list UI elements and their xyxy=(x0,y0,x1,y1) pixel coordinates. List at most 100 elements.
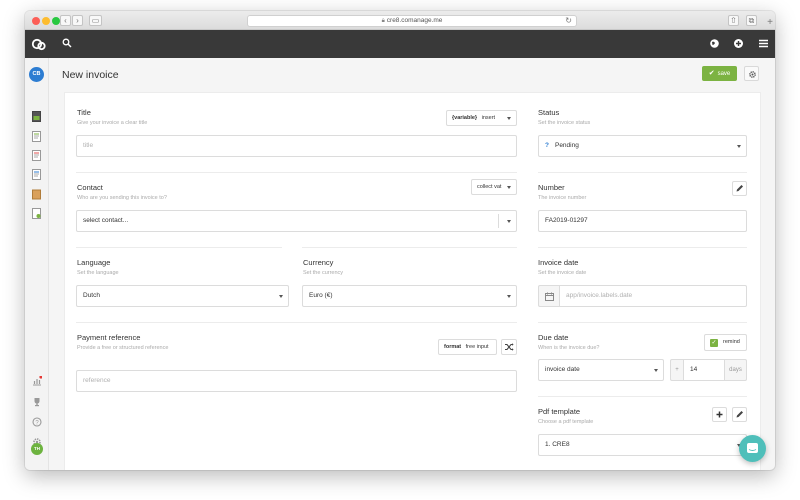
plus-icon xyxy=(716,411,723,418)
address-bar[interactable]: 🔒︎ cre8.comanage.me ↻ xyxy=(247,15,577,27)
insert-variable-dropdown[interactable]: {variable} insert xyxy=(446,110,517,126)
trophy-icon[interactable] xyxy=(32,397,42,407)
zoom-window-button[interactable] xyxy=(52,17,60,25)
app-logo-icon[interactable] xyxy=(31,36,47,52)
reference-format-toggle[interactable]: format free input xyxy=(438,339,497,355)
new-tab-icon[interactable]: + xyxy=(765,17,775,29)
checkbox-icon: ✓ xyxy=(710,339,718,347)
reference-input[interactable]: reference xyxy=(76,370,517,392)
title-label: Title xyxy=(77,108,91,117)
settings-button[interactable] xyxy=(744,66,759,81)
chevron-down-icon xyxy=(279,295,283,298)
back-icon[interactable]: ‹ xyxy=(60,15,71,26)
free-input-label: free input xyxy=(465,344,489,350)
app-topbar xyxy=(25,30,775,58)
divider xyxy=(76,172,517,173)
invoice-form-card: Title Give your invoice a clear title {v… xyxy=(64,92,761,470)
insert-label: insert xyxy=(481,115,496,121)
divider xyxy=(538,172,747,173)
contact-select[interactable]: select contact... xyxy=(76,210,517,232)
sidebar-toggle-icon[interactable]: ▭ xyxy=(89,15,102,26)
divider xyxy=(76,322,517,323)
page-title: New invoice xyxy=(62,69,119,81)
forward-icon[interactable]: › xyxy=(72,15,83,26)
chevron-down-icon xyxy=(507,117,511,120)
chevron-down-icon xyxy=(507,295,511,298)
save-button[interactable]: ✔ save xyxy=(702,66,737,81)
pdf-template-label: Pdf template xyxy=(538,407,581,416)
credit-note-doc-icon[interactable] xyxy=(32,169,41,180)
globe-icon[interactable] xyxy=(709,38,720,49)
reload-icon[interactable]: ↻ xyxy=(565,16,572,26)
edit-number-button[interactable] xyxy=(732,181,747,196)
divider xyxy=(498,214,499,228)
chevron-down-icon xyxy=(507,220,511,223)
contact-placeholder: select contact... xyxy=(83,217,129,224)
divider xyxy=(538,247,747,248)
tabs-icon[interactable]: ⧉ xyxy=(746,15,757,26)
add-circle-icon[interactable] xyxy=(733,38,744,49)
close-window-button[interactable] xyxy=(32,17,40,25)
edit-template-button[interactable] xyxy=(732,407,747,422)
due-date-base-value: invoice date xyxy=(545,366,580,373)
variable-label: {variable} xyxy=(452,115,478,121)
days-input[interactable]: 14 xyxy=(683,359,725,381)
collect-vat-dropdown[interactable]: collect vat xyxy=(471,179,517,195)
number-label: Number xyxy=(538,183,565,192)
chat-support-button[interactable] xyxy=(739,435,766,462)
plus-addon: + xyxy=(670,359,684,381)
pencil-icon xyxy=(736,411,743,418)
chevron-down-icon xyxy=(654,369,658,372)
number-hint: The invoice number xyxy=(538,195,587,201)
package-icon[interactable] xyxy=(32,189,41,200)
expense-doc-icon[interactable] xyxy=(32,208,41,219)
user-avatar[interactable]: TH xyxy=(31,443,43,455)
title-hint: Give your invoice a clear title xyxy=(77,120,148,126)
contact-hint: Who are you sending this invoice to? xyxy=(77,195,167,201)
days-addon: days xyxy=(724,359,747,381)
status-label: Status xyxy=(538,108,560,117)
language-select[interactable]: Dutch xyxy=(76,285,289,307)
due-date-label: Due date xyxy=(538,333,569,342)
help-icon[interactable]: ? xyxy=(32,417,42,427)
language-hint: Set the language xyxy=(77,270,119,276)
browser-window: ‹ › ▭ 🔒︎ cre8.comanage.me ↻ ⇧ ⧉ + CB ? T… xyxy=(25,11,775,470)
calendar-addon[interactable] xyxy=(538,285,560,307)
currency-select[interactable]: Euro (€) xyxy=(302,285,517,307)
number-input[interactable]: FA2019-01297 xyxy=(538,210,747,232)
contact-label: Contact xyxy=(77,183,103,192)
search-icon[interactable] xyxy=(62,38,72,48)
dashboard-doc-icon[interactable] xyxy=(32,111,41,122)
menu-icon[interactable] xyxy=(758,38,769,49)
payment-reference-hint: Provide a free or structured reference xyxy=(77,345,169,351)
collect-vat-label: collect vat xyxy=(477,184,502,190)
due-date-base-select[interactable]: invoice date xyxy=(538,359,664,381)
invoice-date-hint: Set the invoice date xyxy=(538,270,587,276)
chevron-down-icon xyxy=(507,186,511,189)
shuffle-button[interactable] xyxy=(501,339,517,355)
add-template-button[interactable] xyxy=(712,407,727,422)
currency-hint: Set the currency xyxy=(303,270,344,276)
quote-doc-icon[interactable] xyxy=(32,131,41,142)
invoice-doc-icon[interactable] xyxy=(32,150,41,161)
share-icon[interactable]: ⇧ xyxy=(728,15,739,26)
stats-icon[interactable] xyxy=(32,376,42,386)
status-select[interactable]: ? Pending xyxy=(538,135,747,157)
divider xyxy=(76,247,282,248)
chevron-down-icon xyxy=(737,145,741,148)
invoice-date-label: Invoice date xyxy=(538,258,579,267)
currency-label: Currency xyxy=(303,258,334,267)
due-date-hint: When is the invoice due? xyxy=(538,345,600,351)
invoice-date-input[interactable]: app/invoice.labels.date xyxy=(559,285,747,307)
format-label: format xyxy=(444,344,462,350)
title-input[interactable]: title xyxy=(76,135,517,157)
payment-reference-label: Payment reference xyxy=(77,333,141,342)
url-text: cre8.comanage.me xyxy=(386,17,443,24)
chat-icon xyxy=(747,443,758,453)
pdf-template-select[interactable]: 1. CRE8 xyxy=(538,434,747,456)
remind-toggle[interactable]: ✓ remind xyxy=(704,334,747,351)
currency-value: Euro (€) xyxy=(309,292,333,299)
avatar[interactable]: CB xyxy=(29,67,44,82)
status-value: Pending xyxy=(554,142,579,149)
minimize-window-button[interactable] xyxy=(42,17,50,25)
